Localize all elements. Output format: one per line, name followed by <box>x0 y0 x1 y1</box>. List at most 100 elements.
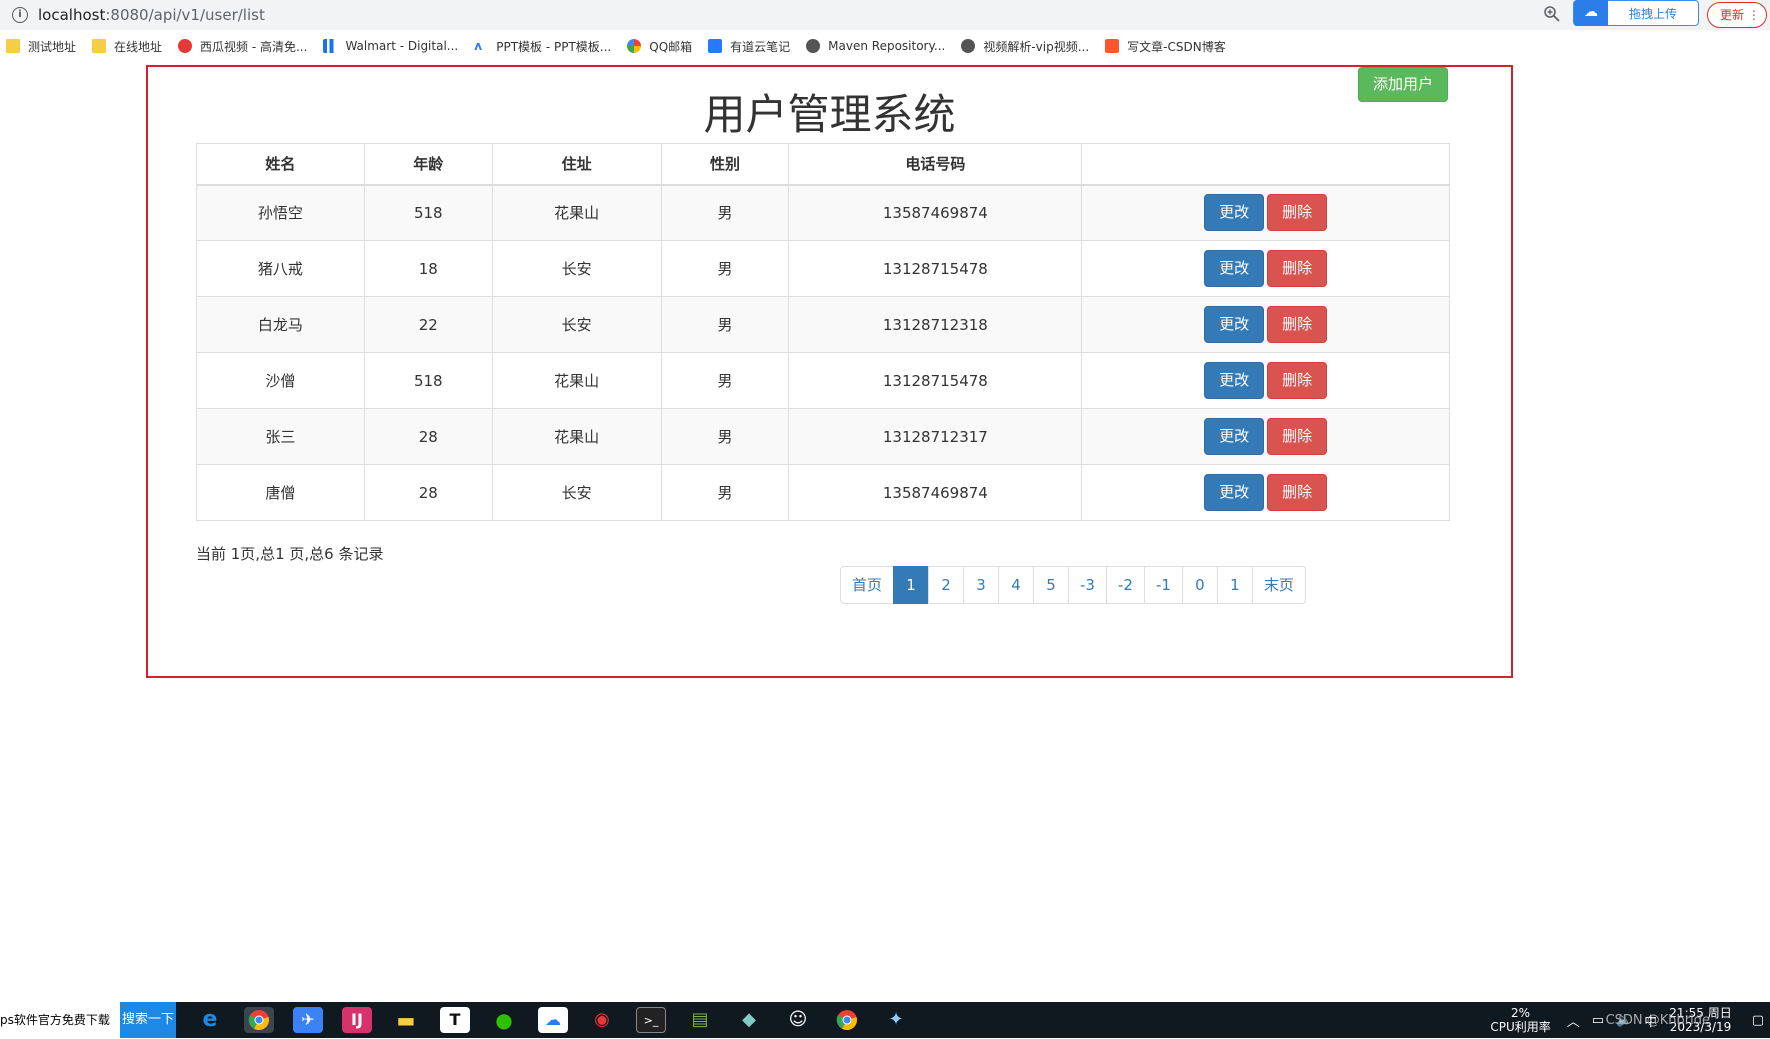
cell-actions: 更改 删除 <box>1081 184 1450 241</box>
page-info-text: 当前 1页,总1 页,总6 条记录 <box>196 545 384 563</box>
cell-gender: 男 <box>660 464 790 521</box>
cell-phone: 13128715478 <box>788 352 1083 409</box>
cell-name: 白龙马 <box>196 296 365 353</box>
page-link[interactable]: 0 <box>1181 566 1218 604</box>
update-button[interactable]: 更新 ⋮ <box>1707 2 1767 28</box>
page-title: 用户管理系统 <box>703 90 956 139</box>
table-row: 猪八戒 18 长安 男 13128715478 更改 删除 <box>196 240 1450 297</box>
page-link[interactable]: 2 <box>928 566 965 604</box>
youdao-icon <box>708 39 723 53</box>
update-label: 更新 <box>1720 8 1745 22</box>
site-info-icon[interactable]: i <box>12 7 28 23</box>
bookmark-label: Maven Repository... <box>828 39 946 53</box>
baidu-netdisk-icon[interactable]: ☁ <box>538 1007 568 1033</box>
page-link[interactable]: 3 <box>963 566 1000 604</box>
app-icon[interactable]: ✦ <box>881 1007 911 1033</box>
bookmark-label: Walmart - Digital... <box>345 39 459 53</box>
page-link[interactable]: -3 <box>1068 566 1107 604</box>
edit-button[interactable]: 更改 <box>1204 474 1265 511</box>
delete-button[interactable]: 删除 <box>1267 418 1328 455</box>
page-link[interactable]: 4 <box>998 566 1035 604</box>
zoom-icon[interactable] <box>1543 5 1563 25</box>
cell-name: 唐僧 <box>196 464 365 521</box>
bookmark-item[interactable]: 有道云笔记 <box>708 38 790 55</box>
column-header-gender: 性别 <box>660 143 790 186</box>
page-link[interactable]: -2 <box>1105 566 1145 604</box>
taskbar-search-input[interactable]: ps软件官方免费下载 <box>0 1002 120 1038</box>
delete-button[interactable]: 删除 <box>1267 474 1328 511</box>
taskbar: ps软件官方免费下载 搜索一下 e ✈ IJ ▬ T ● ☁ ◉ >_ ▤ ◆ … <box>0 1002 1770 1038</box>
bookmark-item[interactable]: Maven Repository... <box>806 39 945 53</box>
bookmark-label: 有道云笔记 <box>730 39 791 54</box>
column-header-phone: 电话号码 <box>788 143 1083 186</box>
chrome-icon[interactable] <box>244 1007 274 1033</box>
cpu-usage-widget[interactable]: 2% CPU利用率 <box>1490 1006 1550 1034</box>
intellij-icon[interactable]: IJ <box>342 1007 372 1033</box>
cell-actions: 更改 删除 <box>1081 240 1450 297</box>
cell-gender: 男 <box>660 352 790 409</box>
page-link[interactable]: -1 <box>1143 566 1183 604</box>
chrome-icon[interactable] <box>832 1007 862 1033</box>
bookmark-item[interactable]: ʌ PPT模板 - PPT模板... <box>474 38 611 55</box>
edit-button[interactable]: 更改 <box>1204 250 1265 287</box>
cell-age: 518 <box>363 184 493 241</box>
editor-icon[interactable]: ◆ <box>734 1007 764 1033</box>
typora-icon[interactable]: T <box>440 1007 470 1033</box>
walmart-icon <box>323 39 338 53</box>
edge-icon[interactable]: e <box>195 1007 225 1033</box>
feishu-icon[interactable]: ✈ <box>293 1007 323 1033</box>
terminal-icon[interactable]: >_ <box>636 1007 666 1033</box>
bookmark-item[interactable]: Walmart - Digital... <box>323 39 458 53</box>
xigua-icon <box>178 39 193 53</box>
cloud-icon: ☁ <box>1574 0 1608 26</box>
notepad-icon[interactable]: ▤ <box>685 1007 715 1033</box>
upload-extension-button[interactable]: ☁ 拖拽上传 <box>1573 0 1699 26</box>
delete-button[interactable]: 删除 <box>1267 362 1328 399</box>
chevron-up-icon[interactable]: ︿ <box>1567 1011 1580 1030</box>
file-explorer-icon[interactable]: ▬ <box>391 1007 421 1033</box>
bookmark-item[interactable]: 西瓜视频 - 高清免... <box>178 38 307 55</box>
cell-gender: 男 <box>660 240 790 297</box>
qq-mail-icon <box>627 39 642 53</box>
edit-button[interactable]: 更改 <box>1204 194 1265 232</box>
user-table: 姓名 年龄 住址 性别 电话号码 孙悟空 518 花果山 男 135874698… <box>196 143 1450 521</box>
cell-phone: 13128712318 <box>788 296 1083 353</box>
table-row: 孙悟空 518 花果山 男 13587469874 更改 删除 <box>196 184 1450 241</box>
upload-label: 拖拽上传 <box>1628 6 1677 21</box>
table-row: 唐僧 28 长安 男 13587469874 更改 删除 <box>196 464 1450 521</box>
network-icon[interactable]: ▭ <box>1592 1013 1604 1028</box>
qq-icon[interactable]: ☺ <box>783 1007 813 1033</box>
bookmark-label: 在线地址 <box>114 39 163 54</box>
cell-name: 猪八戒 <box>196 240 365 297</box>
cell-gender: 男 <box>660 184 790 241</box>
bookmark-item[interactable]: 写文章-CSDN博客 <box>1105 38 1226 55</box>
address-bar[interactable]: i localhost:8080/api/v1/user/list <box>0 0 1770 30</box>
page-link-current[interactable]: 1 <box>893 566 930 604</box>
navicat-icon[interactable]: ◉ <box>587 1007 617 1033</box>
edit-button[interactable]: 更改 <box>1204 418 1265 455</box>
taskbar-search-button[interactable]: 搜索一下 <box>120 1002 176 1038</box>
column-header-actions <box>1081 143 1450 186</box>
delete-button[interactable]: 删除 <box>1267 250 1328 287</box>
url-text[interactable]: localhost:8080/api/v1/user/list <box>38 6 265 24</box>
delete-button[interactable]: 删除 <box>1267 306 1328 343</box>
cpu-percent: 2% <box>1511 1006 1531 1020</box>
edit-button[interactable]: 更改 <box>1204 362 1265 399</box>
first-page-link[interactable]: 首页 <box>840 566 895 604</box>
add-user-button[interactable]: 添加用户 <box>1358 67 1448 102</box>
page-link[interactable]: 1 <box>1216 566 1253 604</box>
bookmark-item[interactable]: 在线地址 <box>92 38 162 55</box>
bookmark-item[interactable]: QQ邮箱 <box>627 38 692 55</box>
delete-button[interactable]: 删除 <box>1267 194 1328 232</box>
bookmark-label: 西瓜视频 - 高清免... <box>200 39 308 54</box>
cell-name: 张三 <box>196 408 365 465</box>
folder-icon <box>92 39 107 53</box>
wechat-icon[interactable]: ● <box>489 1007 519 1033</box>
notification-icon[interactable]: ▢ <box>1752 1013 1764 1028</box>
bookmark-item[interactable]: 视频解析-vip视频... <box>961 38 1089 55</box>
edit-button[interactable]: 更改 <box>1204 306 1265 343</box>
bookmark-item[interactable]: 测试地址 <box>6 38 76 55</box>
page-link[interactable]: 5 <box>1033 566 1070 604</box>
cell-phone: 13128715478 <box>788 240 1083 297</box>
last-page-link[interactable]: 末页 <box>1251 566 1306 604</box>
